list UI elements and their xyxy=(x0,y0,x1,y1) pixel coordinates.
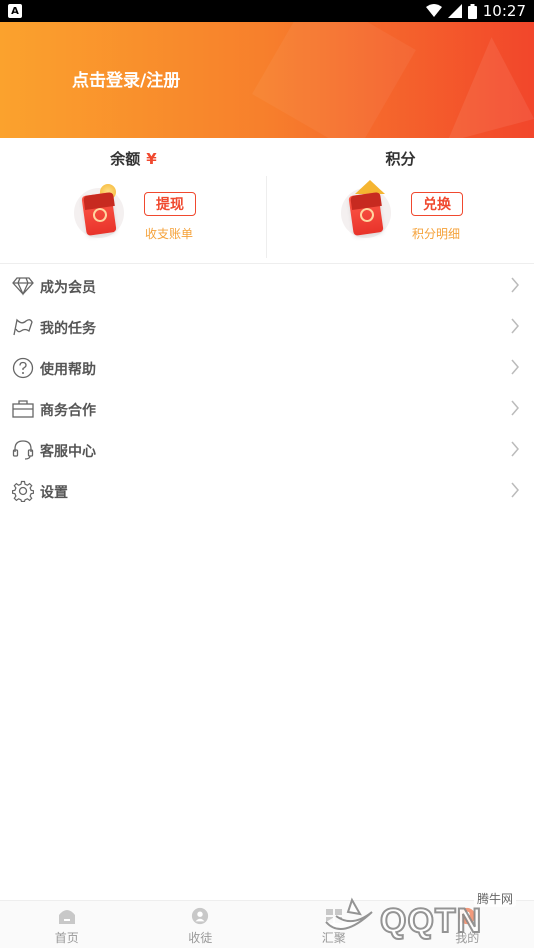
profile-header: 点击登录/注册 xyxy=(0,22,534,138)
assets-panel: 余额 ¥ 提现 收支账单 积分 兑换 积分明细 xyxy=(0,138,534,264)
balance-section: 余额 ¥ 提现 收支账单 xyxy=(0,138,267,264)
help-circle-icon xyxy=(12,357,34,379)
tab-label: 收徒 xyxy=(188,931,213,945)
menu-item-label: 使用帮助 xyxy=(40,362,96,378)
chevron-right-icon xyxy=(511,318,519,334)
settings-menu: 成为会员 我的任务 使用帮助 商务合作 客服中心 设置 xyxy=(0,265,534,511)
tab-label: 我的 xyxy=(455,931,480,945)
chevron-right-icon xyxy=(511,359,519,375)
menu-item-label: 设置 xyxy=(40,485,68,501)
header-decoration-triangle xyxy=(423,31,534,138)
battery-icon xyxy=(467,3,477,19)
chevron-right-icon xyxy=(511,277,519,293)
red-envelope-coin-icon xyxy=(74,184,130,242)
balance-title: 余额 ¥ xyxy=(0,148,267,169)
status-time: 10:27 xyxy=(482,2,526,20)
bottom-tab-bar: 首页 收徒 汇聚 我的 xyxy=(0,900,534,948)
transaction-history-link[interactable]: 收支账单 xyxy=(145,225,193,242)
header-decoration xyxy=(252,22,416,138)
menu-item-business[interactable]: 商务合作 xyxy=(0,388,534,429)
tab-label: 汇聚 xyxy=(321,931,346,945)
menu-item-label: 客服中心 xyxy=(40,444,96,460)
home-icon xyxy=(58,910,75,924)
chevron-right-icon xyxy=(511,400,519,416)
grid-icon xyxy=(325,909,342,923)
chevron-right-icon xyxy=(511,441,519,457)
chevron-right-icon xyxy=(511,482,519,498)
menu-item-tasks[interactable]: 我的任务 xyxy=(0,306,534,347)
wifi-icon xyxy=(425,4,442,17)
points-details-link[interactable]: 积分明细 xyxy=(412,225,460,242)
red-envelope-crown-icon xyxy=(341,180,397,242)
menu-item-label: 成为会员 xyxy=(40,280,96,296)
app-notification-icon: A xyxy=(8,4,22,18)
currency-symbol: ¥ xyxy=(146,150,157,168)
points-title: 积分 xyxy=(385,150,416,168)
menu-item-settings[interactable]: 设置 xyxy=(0,470,534,511)
flag-icon xyxy=(12,316,34,338)
login-register-link[interactable]: 点击登录/注册 xyxy=(72,66,180,91)
redeem-button[interactable]: 兑换 xyxy=(411,192,463,216)
tab-label: 首页 xyxy=(54,931,79,945)
tab-recruit[interactable]: 收徒 xyxy=(134,901,268,948)
status-bar: A 10:27 xyxy=(0,0,534,22)
menu-item-label: 我的任务 xyxy=(40,321,96,337)
menu-item-membership[interactable]: 成为会员 xyxy=(0,265,534,306)
menu-item-help[interactable]: 使用帮助 xyxy=(0,347,534,388)
points-section: 积分 兑换 积分明细 xyxy=(267,138,534,264)
diamond-icon xyxy=(12,275,34,297)
tab-mine[interactable]: 我的 xyxy=(401,901,534,948)
tab-gather[interactable]: 汇聚 xyxy=(267,901,401,948)
profile-icon xyxy=(459,907,476,925)
signal-icon xyxy=(447,4,462,18)
status-icons: 10:27 xyxy=(425,0,526,22)
tab-home[interactable]: 首页 xyxy=(0,901,134,948)
gear-icon xyxy=(12,480,34,502)
headset-icon xyxy=(12,439,34,461)
withdraw-button[interactable]: 提现 xyxy=(144,192,196,216)
briefcase-icon xyxy=(12,398,34,420)
person-icon xyxy=(192,907,209,925)
balance-label: 余额 xyxy=(110,150,141,168)
menu-item-label: 商务合作 xyxy=(40,403,96,419)
menu-item-customer-service[interactable]: 客服中心 xyxy=(0,429,534,470)
